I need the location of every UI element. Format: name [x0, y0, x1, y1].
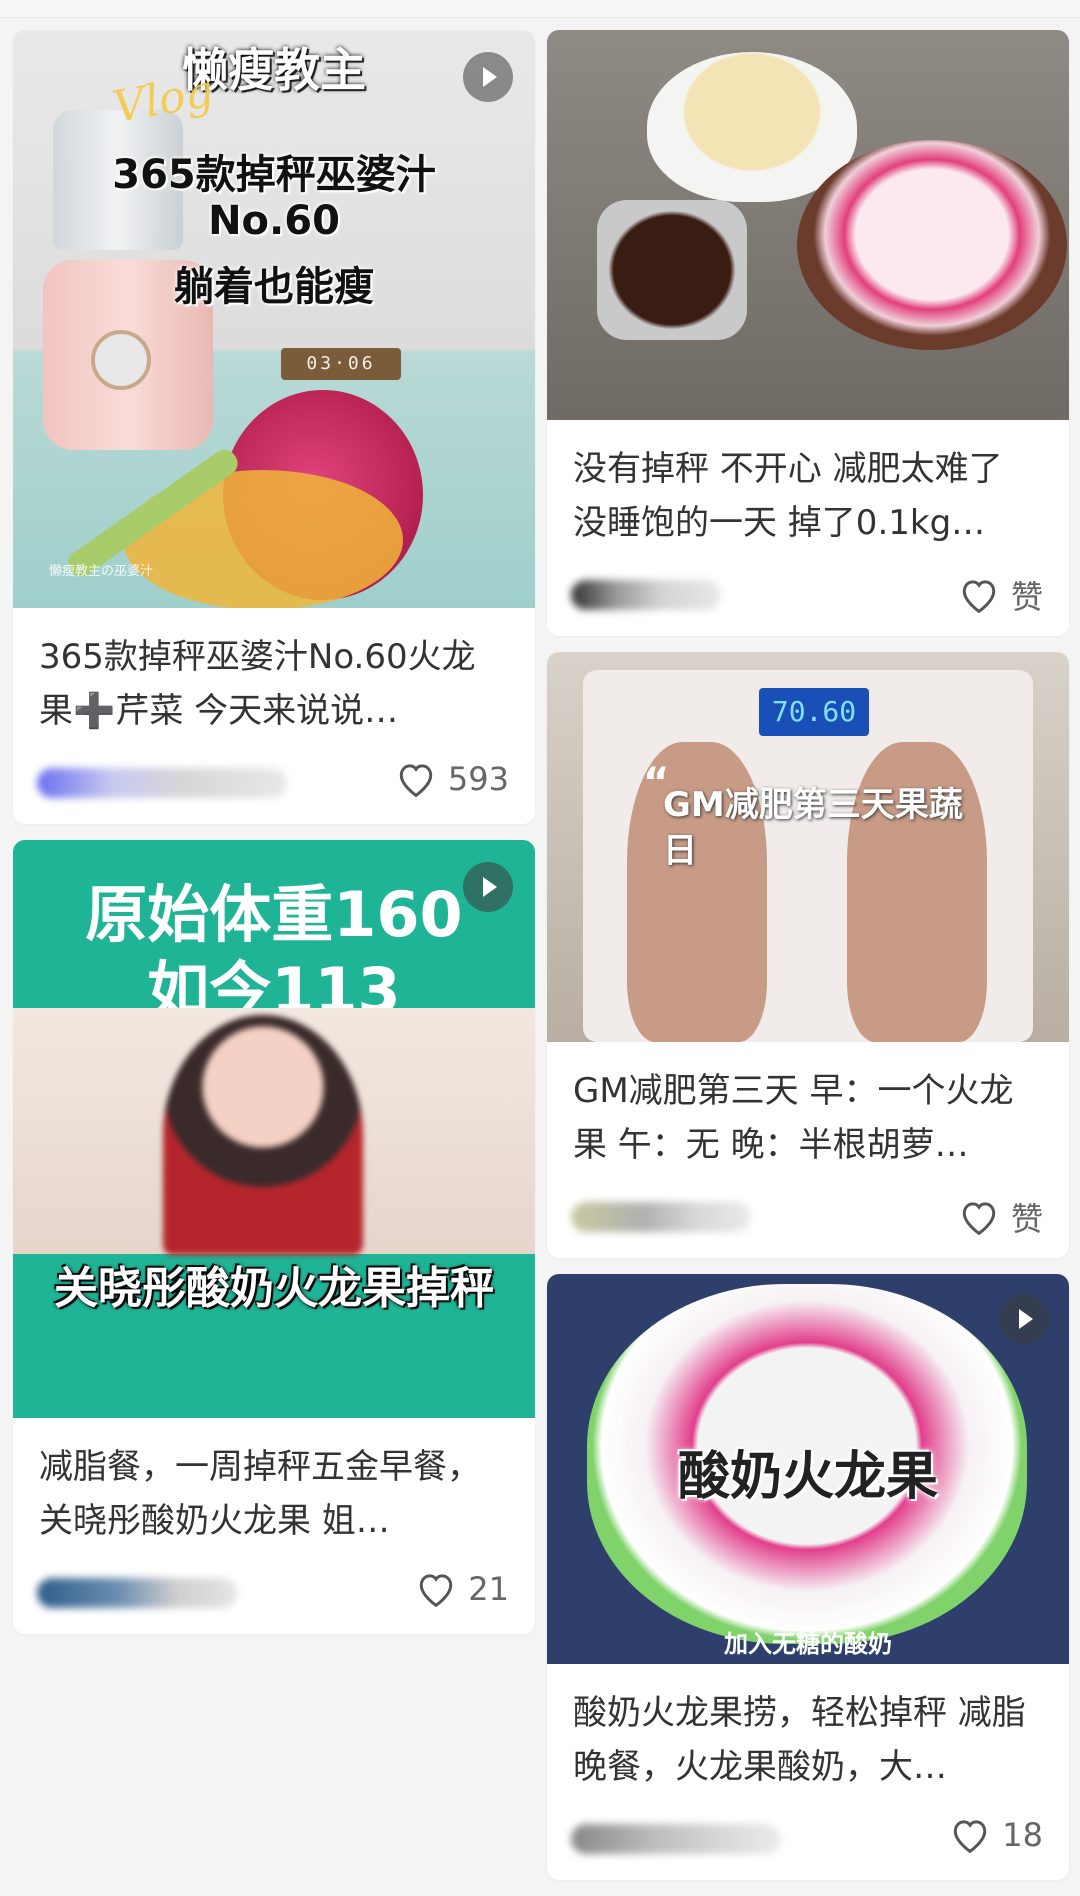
- feed-card[interactable]: 酸奶火龙果 加入无糖的酸奶 酸奶火龙果捞，轻松掉秤 减脂晚餐，火龙果酸奶，大… …: [547, 1274, 1069, 1880]
- scale-display: 70.60: [759, 688, 869, 736]
- feed-card[interactable]: 70.60 “ GM减肥第三天果蔬日 GM减肥第三天 早：一个火龙果 午：无 晚…: [547, 652, 1069, 1258]
- author-avatar-blurred[interactable]: [571, 1824, 781, 1854]
- heart-icon: [962, 580, 996, 613]
- feed-column-left: 03·06 懒瘦教主 Vlog 365款掉秤巫婆汁 No.60 躺着也能瘦 懒瘦…: [13, 30, 535, 1650]
- bowl-brown-graphic: [797, 140, 1067, 350]
- date-blocks: 03·06: [281, 348, 401, 380]
- feed-card[interactable]: 原始体重160 如今113 关晓彤酸奶火龙果掉秤 减脂餐，一周掉秤五金早餐，关晓…: [13, 840, 535, 1634]
- person-blurred: [163, 1015, 363, 1255]
- play-icon: [463, 52, 513, 102]
- like-count: 18: [1002, 1816, 1043, 1854]
- like-button[interactable]: 赞: [959, 1194, 1043, 1240]
- overlay-bottom-text: 关晓彤酸奶火龙果掉秤: [54, 1263, 494, 1314]
- card-thumbnail[interactable]: 原始体重160 如今113 关晓彤酸奶火龙果掉秤: [13, 840, 535, 1418]
- top-divider: [0, 0, 1080, 18]
- author-avatar-blurred[interactable]: [37, 1578, 237, 1608]
- like-button[interactable]: 18: [950, 1816, 1043, 1854]
- card-title[interactable]: GM减肥第三天 早：一个火龙果 午：无 晚：半根胡萝…: [547, 1042, 1069, 1180]
- blender-dial: [91, 330, 151, 390]
- like-button[interactable]: 赞: [959, 572, 1043, 618]
- card-thumbnail[interactable]: 酸奶火龙果 加入无糖的酸奶: [547, 1274, 1069, 1664]
- heart-icon: [420, 1574, 453, 1607]
- overlay-caption: GM减肥第三天果蔬日: [663, 785, 963, 871]
- play-icon: [463, 862, 513, 912]
- author-avatar-blurred[interactable]: [571, 1202, 751, 1232]
- heart-icon: [954, 1820, 987, 1853]
- card-title[interactable]: 365款掉秤巫婆汁No.60火龙果➕芹菜 今天来说说…: [13, 608, 535, 746]
- like-label: 赞: [1010, 1200, 1043, 1238]
- author-avatar-blurred[interactable]: [571, 580, 721, 610]
- card-title[interactable]: 酸奶火龙果捞，轻松掉秤 减脂晚餐，火龙果酸奶，大…: [547, 1664, 1069, 1802]
- heart-icon: [399, 764, 433, 797]
- card-title[interactable]: 减脂餐，一周掉秤五金早餐，关晓彤酸奶火龙果 姐…: [13, 1418, 535, 1556]
- watermark-text: 懒瘦教主の巫婆汁: [49, 564, 154, 579]
- card-title[interactable]: 没有掉秤 不开心 减肥太难了 没睡饱的一天 掉了0.1kg…: [547, 420, 1069, 558]
- card-meta: 18: [547, 1802, 1069, 1880]
- card-meta: 593: [13, 746, 535, 824]
- feed-card[interactable]: 没有掉秤 不开心 减肥太难了 没睡饱的一天 掉了0.1kg… 赞: [547, 30, 1069, 636]
- brand-text: 懒瘦教主: [182, 43, 366, 97]
- card-meta: 赞: [547, 1180, 1069, 1258]
- like-button[interactable]: 593: [396, 760, 509, 798]
- card-thumbnail[interactable]: 03·06 懒瘦教主 Vlog 365款掉秤巫婆汁 No.60 躺着也能瘦 懒瘦…: [13, 30, 535, 608]
- overlay-line-1: 365款掉秤巫婆汁: [112, 152, 436, 198]
- overlay-main-text: 酸奶火龙果: [677, 1447, 938, 1507]
- card-meta: 赞: [547, 558, 1069, 636]
- card-thumbnail[interactable]: [547, 30, 1069, 420]
- card-thumbnail[interactable]: 70.60 “ GM减肥第三天果蔬日: [547, 652, 1069, 1042]
- like-button[interactable]: 21: [416, 1570, 509, 1608]
- like-count: 21: [468, 1570, 509, 1608]
- feed-column-right: 没有掉秤 不开心 减肥太难了 没睡饱的一天 掉了0.1kg… 赞 70.60 “…: [547, 30, 1069, 1896]
- like-label: 赞: [1010, 578, 1043, 616]
- glass-graphic: [597, 200, 747, 340]
- overlay-line-3: 躺着也能瘦: [174, 264, 374, 310]
- author-avatar-blurred[interactable]: [37, 768, 287, 798]
- overlay-line-2: No.60: [208, 198, 340, 244]
- feed-card[interactable]: 03·06 懒瘦教主 Vlog 365款掉秤巫婆汁 No.60 躺着也能瘦 懒瘦…: [13, 30, 535, 824]
- card-meta: 21: [13, 1556, 535, 1634]
- overlay-sub-text: 加入无糖的酸奶: [724, 1630, 892, 1658]
- play-icon: [999, 1294, 1049, 1344]
- heart-icon: [962, 1202, 996, 1235]
- like-count: 593: [447, 760, 509, 798]
